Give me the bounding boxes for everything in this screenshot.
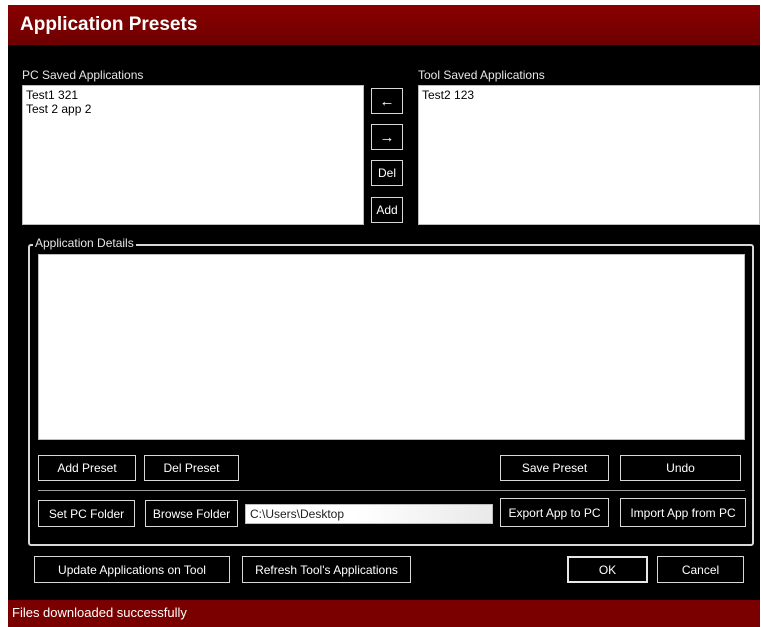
pc-saved-applications-list[interactable]: Test1 321 Test 2 app 2 (22, 85, 364, 225)
application-presets-window: Application Presets PC Saved Application… (8, 5, 760, 627)
window-title: Application Presets (8, 5, 760, 45)
folder-path-field[interactable] (245, 504, 493, 524)
delete-button[interactable]: Del (371, 160, 403, 186)
set-pc-folder-button[interactable]: Set PC Folder (38, 500, 135, 527)
import-app-from-pc-button[interactable]: Import App from PC (620, 498, 746, 527)
cancel-button[interactable]: Cancel (657, 556, 744, 583)
del-preset-button[interactable]: Del Preset (144, 455, 239, 481)
tool-saved-applications-list[interactable]: Test2 123 (418, 85, 760, 225)
pc-saved-applications-label: PC Saved Applications (22, 68, 144, 82)
move-to-pc-button[interactable]: ← (371, 88, 403, 114)
tool-saved-applications-label: Tool Saved Applications (418, 68, 545, 82)
update-applications-on-tool-button[interactable]: Update Applications on Tool (34, 556, 230, 583)
divider (38, 490, 745, 491)
save-preset-button[interactable]: Save Preset (500, 455, 609, 481)
application-details-label: Application Details (33, 236, 136, 250)
browse-folder-button[interactable]: Browse Folder (145, 500, 238, 527)
list-item[interactable]: Test1 321 (26, 88, 360, 102)
export-app-to-pc-button[interactable]: Export App to PC (500, 498, 609, 527)
refresh-tools-applications-button[interactable]: Refresh Tool's Applications (242, 556, 411, 583)
add-preset-button[interactable]: Add Preset (38, 455, 136, 481)
application-details-panel[interactable] (38, 254, 745, 440)
add-button[interactable]: Add (371, 197, 403, 223)
list-item[interactable]: Test 2 app 2 (26, 102, 360, 116)
move-to-tool-button[interactable]: → (371, 124, 403, 150)
undo-button[interactable]: Undo (620, 455, 741, 481)
list-item[interactable]: Test2 123 (422, 88, 756, 102)
status-bar: Files downloaded successfully (8, 600, 760, 627)
ok-button[interactable]: OK (567, 556, 648, 583)
